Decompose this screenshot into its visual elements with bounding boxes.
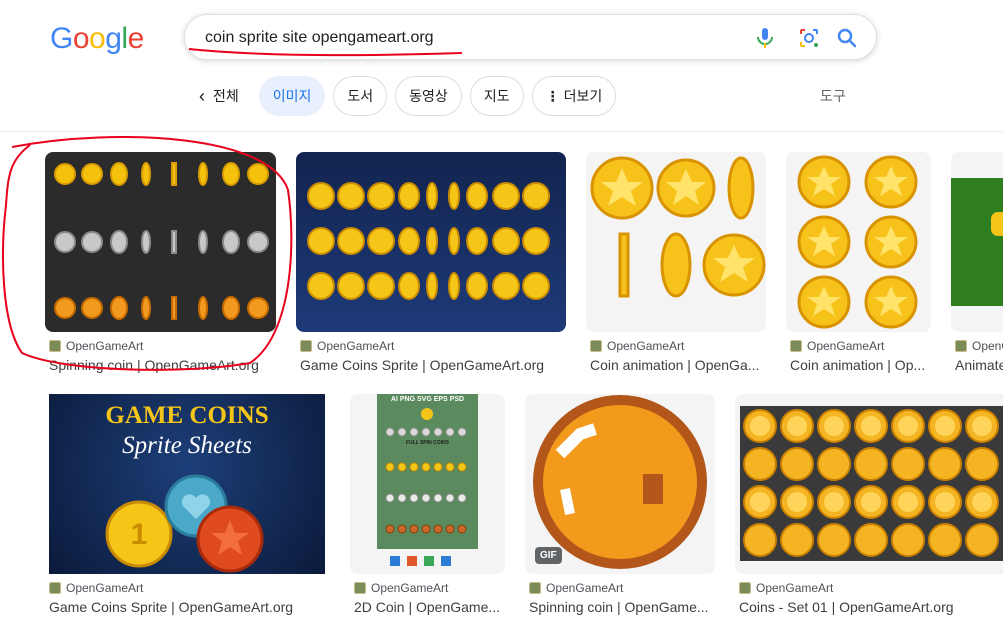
result-thumbnail[interactable]: GAME COINS Sprite Sheets 1	[49, 394, 325, 574]
result-source[interactable]: OpenGameArt	[790, 339, 884, 353]
result-title[interactable]: Spinning coin | OpenGameArt.org	[49, 357, 279, 373]
coin-sprite-image	[54, 162, 269, 320]
svg-text:1: 1	[131, 518, 148, 551]
result-title[interactable]: Coin animation | Op...	[790, 357, 933, 373]
result-thumbnail[interactable]	[951, 152, 1003, 332]
result-thumbnail[interactable]	[786, 152, 931, 332]
result-thumbnail[interactable]	[735, 394, 1003, 574]
divider	[0, 131, 1003, 132]
result-thumbnail[interactable]	[45, 152, 276, 332]
result-source-label: OpenGameArt	[546, 581, 624, 595]
result-source[interactable]: OpenGameArt	[49, 581, 143, 595]
result-card[interactable]	[735, 394, 1003, 574]
google-logo[interactable]: Google	[50, 22, 144, 56]
result-title[interactable]: 2D Coin | OpenGame...	[354, 599, 504, 615]
result-source-label: OpenGameArt	[756, 581, 834, 595]
result-card[interactable]	[951, 152, 1003, 332]
result-source[interactable]: OpenGameArt	[529, 581, 623, 595]
site-favicon-icon	[49, 582, 61, 594]
result-card[interactable]	[586, 152, 766, 332]
result-card[interactable]	[296, 152, 566, 332]
result-title[interactable]: Game Coins Sprite | OpenGameArt.org	[300, 357, 568, 373]
result-title[interactable]: Spinning coin | OpenGame...	[529, 599, 715, 615]
chevron-left-icon: ‹	[199, 85, 205, 106]
result-source-label: OpenGameArt	[371, 581, 449, 595]
filter-tabs: ‹ 전체 이미지 도서 동영상 지도 ⋮ 더보기	[195, 76, 617, 116]
back-to-all-button[interactable]: ‹ 전체	[195, 76, 251, 116]
result-source[interactable]: OpenG	[955, 339, 1003, 353]
site-favicon-icon	[739, 582, 751, 594]
result-card[interactable]: GIF	[525, 394, 715, 574]
tab-videos[interactable]: 동영상	[395, 76, 462, 116]
result-card[interactable]: GAME COINS Sprite Sheets 1	[49, 394, 325, 574]
result-source-label: OpenG	[972, 339, 1003, 353]
result-source[interactable]: OpenGameArt	[300, 339, 394, 353]
three-coins-image: 1	[105, 474, 264, 573]
result-source[interactable]: OpenGameArt	[590, 339, 684, 353]
star-coins-image	[590, 156, 766, 298]
result-source[interactable]: OpenGameArt	[739, 581, 833, 595]
site-favicon-icon	[300, 340, 312, 352]
site-favicon-icon	[790, 340, 802, 352]
result-source[interactable]: OpenGameArt	[49, 339, 143, 353]
mic-icon[interactable]	[753, 26, 777, 50]
result-source-label: OpenGameArt	[66, 581, 144, 595]
tools-button[interactable]: 도구	[820, 86, 846, 106]
result-source-label: OpenGameArt	[317, 339, 395, 353]
gif-badge: GIF	[535, 547, 562, 564]
tab-more[interactable]: ⋮ 더보기	[531, 76, 617, 116]
search-box	[184, 14, 877, 60]
result-card[interactable]	[786, 152, 931, 332]
site-favicon-icon	[590, 340, 602, 352]
site-favicon-icon	[955, 340, 967, 352]
coin-strip-image	[385, 408, 467, 566]
tab-all-label: 전체	[213, 88, 239, 104]
result-title[interactable]: Coin animation | OpenGa...	[590, 357, 766, 373]
result-thumbnail[interactable]: AI PNG SVG EPS PSD FULL SPIN COINS	[350, 394, 505, 574]
tab-books[interactable]: 도서	[333, 76, 388, 116]
result-source[interactable]: OpenGameArt	[354, 581, 448, 595]
result-card[interactable]: AI PNG SVG EPS PSD FULL SPIN COINS	[350, 394, 505, 574]
result-thumbnail[interactable]	[586, 152, 766, 332]
coin-rows-image	[307, 182, 550, 300]
result-thumbnail[interactable]: GIF	[525, 394, 715, 574]
result-source-label: OpenGameArt	[66, 339, 144, 353]
result-source-label: OpenGameArt	[807, 339, 885, 353]
tab-maps[interactable]: 지도	[469, 76, 524, 116]
search-icon[interactable]	[835, 26, 859, 50]
star-coins-grid-image	[797, 155, 918, 329]
site-favicon-icon	[529, 582, 541, 594]
site-favicon-icon	[49, 340, 61, 352]
search-input[interactable]	[205, 25, 745, 51]
result-card[interactable]	[45, 152, 276, 332]
result-thumbnail[interactable]	[296, 152, 566, 332]
more-vert-icon: ⋮	[545, 87, 560, 104]
result-title[interactable]: Animate	[955, 357, 1003, 373]
result-title[interactable]: Game Coins Sprite | OpenGameArt.org	[49, 599, 325, 615]
tab-images[interactable]: 이미지	[258, 76, 326, 116]
tab-more-label: 더보기	[563, 88, 603, 104]
result-source-label: OpenGameArt	[607, 339, 685, 353]
lens-icon[interactable]	[797, 26, 821, 50]
site-favicon-icon	[354, 582, 366, 594]
result-title[interactable]: Coins - Set 01 | OpenGameArt.org	[739, 599, 1003, 615]
coins-set-image	[743, 409, 999, 557]
